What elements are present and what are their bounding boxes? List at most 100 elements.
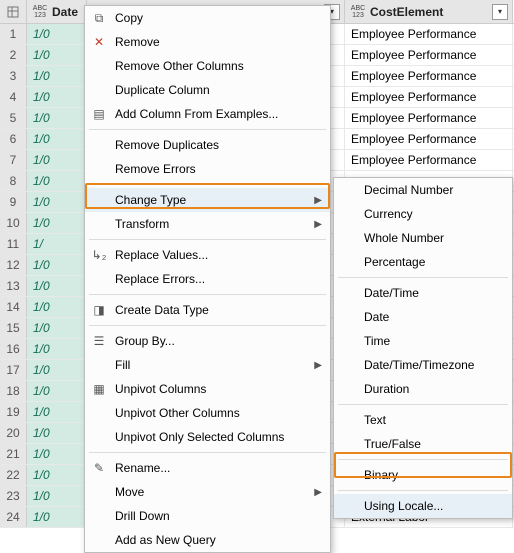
cell-date[interactable]: 1/0 xyxy=(27,171,87,191)
cell-date[interactable]: 1/0 xyxy=(27,45,87,65)
column-header-costelement[interactable]: ABC123 CostElement ▾ xyxy=(345,0,513,23)
menu-label: Text xyxy=(364,413,386,427)
cell-date[interactable]: 1/0 xyxy=(27,318,87,338)
row-number[interactable]: 7 xyxy=(0,150,27,170)
menu-decimal-number[interactable]: Decimal Number xyxy=(334,178,512,202)
menu-unpivot-other[interactable]: Unpivot Other Columns xyxy=(85,401,330,425)
row-number[interactable]: 5 xyxy=(0,108,27,128)
cell-date[interactable]: 1/0 xyxy=(27,108,87,128)
cell-date[interactable]: 1/0 xyxy=(27,402,87,422)
column-context-menu: ⧉Copy ✕Remove Remove Other Columns Dupli… xyxy=(84,5,331,553)
filter-dropdown-icon[interactable]: ▾ xyxy=(492,4,508,20)
row-number[interactable]: 24 xyxy=(0,507,27,527)
menu-group-by[interactable]: ☰Group By... xyxy=(85,329,330,353)
menu-truefalse[interactable]: True/False xyxy=(334,432,512,456)
cell-date[interactable]: 1/0 xyxy=(27,423,87,443)
menu-rename[interactable]: ✎Rename... xyxy=(85,456,330,480)
cell-costelement[interactable]: Employee Performance xyxy=(345,45,513,65)
row-number[interactable]: 10 xyxy=(0,213,27,233)
menu-remove-errors[interactable]: Remove Errors xyxy=(85,157,330,181)
menu-change-type[interactable]: Change Type▶ xyxy=(85,188,330,212)
row-number[interactable]: 8 xyxy=(0,171,27,191)
cell-costelement[interactable]: Employee Performance xyxy=(345,66,513,86)
cell-date[interactable]: 1/0 xyxy=(27,150,87,170)
menu-replace-errors[interactable]: Replace Errors... xyxy=(85,267,330,291)
cell-date[interactable]: 1/0 xyxy=(27,360,87,380)
row-number[interactable]: 14 xyxy=(0,297,27,317)
cell-date[interactable]: 1/0 xyxy=(27,486,87,506)
cell-date[interactable]: 1/0 xyxy=(27,255,87,275)
menu-duplicate[interactable]: Duplicate Column xyxy=(85,78,330,102)
cell-date[interactable]: 1/0 xyxy=(27,66,87,86)
menu-unpivot[interactable]: ▦Unpivot Columns xyxy=(85,377,330,401)
menu-label: Whole Number xyxy=(364,231,444,245)
cell-date[interactable]: 1/0 xyxy=(27,381,87,401)
cell-date[interactable]: 1/0 xyxy=(27,444,87,464)
menu-binary[interactable]: Binary xyxy=(334,463,512,487)
menu-unpivot-selected[interactable]: Unpivot Only Selected Columns xyxy=(85,425,330,449)
cell-costelement[interactable]: Employee Performance xyxy=(345,87,513,107)
menu-duration[interactable]: Duration xyxy=(334,377,512,401)
menu-remove-other[interactable]: Remove Other Columns xyxy=(85,54,330,78)
cell-date[interactable]: 1/0 xyxy=(27,507,87,527)
select-all-corner[interactable] xyxy=(0,0,27,23)
menu-label: Fill xyxy=(115,358,130,372)
row-number[interactable]: 22 xyxy=(0,465,27,485)
row-number[interactable]: 9 xyxy=(0,192,27,212)
menu-percentage[interactable]: Percentage xyxy=(334,250,512,274)
cell-date[interactable]: 1/0 xyxy=(27,297,87,317)
menu-remove-duplicates[interactable]: Remove Duplicates xyxy=(85,133,330,157)
row-number[interactable]: 23 xyxy=(0,486,27,506)
menu-create-data-type[interactable]: ◨Create Data Type xyxy=(85,298,330,322)
menu-fill[interactable]: Fill▶ xyxy=(85,353,330,377)
menu-drill-down[interactable]: Drill Down xyxy=(85,504,330,528)
menu-label: Replace Errors... xyxy=(115,272,205,286)
row-number[interactable]: 21 xyxy=(0,444,27,464)
cell-costelement[interactable]: Employee Performance xyxy=(345,24,513,44)
menu-using-locale[interactable]: Using Locale... xyxy=(334,494,512,518)
menu-text[interactable]: Text xyxy=(334,408,512,432)
menu-whole-number[interactable]: Whole Number xyxy=(334,226,512,250)
cell-date[interactable]: 1/0 xyxy=(27,87,87,107)
menu-remove[interactable]: ✕Remove xyxy=(85,30,330,54)
row-number[interactable]: 6 xyxy=(0,129,27,149)
cell-date[interactable]: 1/0 xyxy=(27,465,87,485)
menu-add-from-examples[interactable]: ▤Add Column From Examples... xyxy=(85,102,330,126)
row-number[interactable]: 15 xyxy=(0,318,27,338)
menu-date[interactable]: Date xyxy=(334,305,512,329)
menu-separator xyxy=(89,294,326,295)
cell-costelement[interactable]: Employee Performance xyxy=(345,108,513,128)
cell-date[interactable]: 1/0 xyxy=(27,24,87,44)
row-number[interactable]: 16 xyxy=(0,339,27,359)
menu-transform[interactable]: Transform▶ xyxy=(85,212,330,236)
menu-add-new-query[interactable]: Add as New Query xyxy=(85,528,330,552)
row-number[interactable]: 4 xyxy=(0,87,27,107)
cell-date[interactable]: 1/0 xyxy=(27,276,87,296)
menu-copy[interactable]: ⧉Copy xyxy=(85,6,330,30)
row-number[interactable]: 11 xyxy=(0,234,27,254)
row-number[interactable]: 12 xyxy=(0,255,27,275)
cell-date[interactable]: 1/ xyxy=(27,234,87,254)
row-number[interactable]: 1 xyxy=(0,24,27,44)
row-number[interactable]: 13 xyxy=(0,276,27,296)
menu-time[interactable]: Time xyxy=(334,329,512,353)
cell-costelement[interactable]: Employee Performance xyxy=(345,150,513,170)
row-number[interactable]: 19 xyxy=(0,402,27,422)
cell-date[interactable]: 1/0 xyxy=(27,213,87,233)
row-number[interactable]: 18 xyxy=(0,381,27,401)
cell-costelement[interactable]: Employee Performance xyxy=(345,129,513,149)
cell-date[interactable]: 1/0 xyxy=(27,339,87,359)
column-header-date[interactable]: ABC123 Date xyxy=(27,0,87,23)
row-number[interactable]: 2 xyxy=(0,45,27,65)
menu-move[interactable]: Move▶ xyxy=(85,480,330,504)
row-number[interactable]: 3 xyxy=(0,66,27,86)
cell-date[interactable]: 1/0 xyxy=(27,129,87,149)
row-number[interactable]: 20 xyxy=(0,423,27,443)
menu-datetime-timezone[interactable]: Date/Time/Timezone xyxy=(334,353,512,377)
row-number[interactable]: 17 xyxy=(0,360,27,380)
cell-date[interactable]: 1/0 xyxy=(27,192,87,212)
menu-currency[interactable]: Currency xyxy=(334,202,512,226)
menu-replace-values[interactable]: ↳₂Replace Values... xyxy=(85,243,330,267)
menu-datetime[interactable]: Date/Time xyxy=(334,281,512,305)
unpivot-icon: ▦ xyxy=(91,381,107,397)
